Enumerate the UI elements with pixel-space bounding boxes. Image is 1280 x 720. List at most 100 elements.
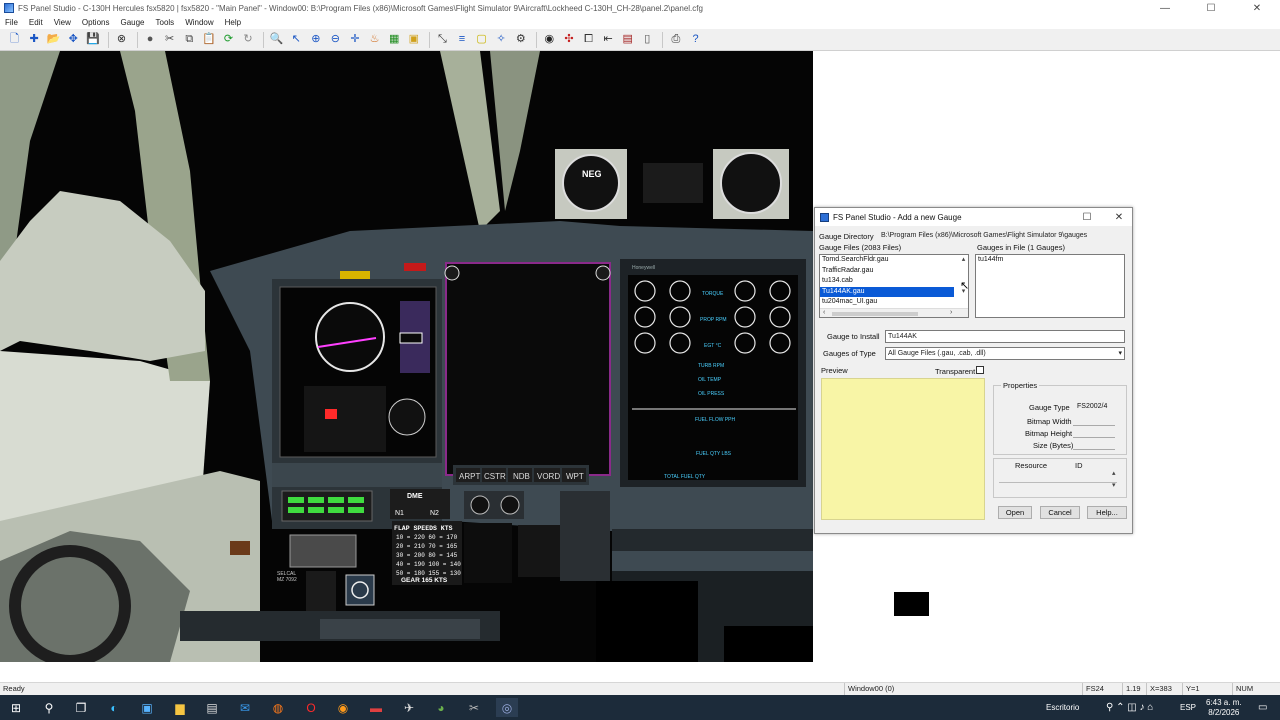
find-icon[interactable]: 🔍 bbox=[268, 31, 285, 48]
settings-icon[interactable]: ⚙ bbox=[512, 31, 529, 48]
spin-up-icon[interactable]: ▴ bbox=[1112, 470, 1116, 477]
menu-options[interactable]: Options bbox=[82, 18, 110, 27]
store-icon[interactable]: ▤ bbox=[201, 698, 223, 717]
open-button[interactable]: Open bbox=[998, 506, 1032, 519]
app4-icon[interactable]: ◕ bbox=[430, 698, 452, 717]
cut-icon[interactable]: ✂ bbox=[161, 31, 178, 48]
gauges-of-type-select[interactable]: All Gauge Files (.gau, .cab, .dll) ▾ bbox=[885, 347, 1125, 360]
app3-icon[interactable]: ✈ bbox=[398, 698, 420, 717]
stop-icon[interactable]: ⊗ bbox=[113, 31, 130, 48]
tray-desktop-label[interactable]: Escritorio bbox=[1046, 695, 1079, 720]
scroll-right-icon[interactable]: › bbox=[950, 309, 952, 316]
dialog-close-button[interactable]: ✕ bbox=[1105, 208, 1133, 226]
maximize-button[interactable]: ☐ bbox=[1188, 0, 1234, 16]
paste-icon[interactable]: 📋 bbox=[200, 31, 217, 48]
crosshair-icon[interactable]: ✛ bbox=[347, 31, 364, 48]
window-icon[interactable]: ⇤ bbox=[600, 31, 617, 48]
rectangle-icon[interactable]: ▢ bbox=[473, 31, 490, 48]
softkey-cstr[interactable]: CSTR bbox=[484, 472, 506, 481]
add-icon[interactable]: ✚ bbox=[26, 31, 43, 48]
paint-icon[interactable]: ♨ bbox=[366, 31, 383, 48]
tools-icon[interactable]: ✣ bbox=[560, 31, 577, 48]
notification-icon[interactable]: ▭ bbox=[1258, 695, 1267, 720]
language-indicator[interactable]: ESP bbox=[1180, 695, 1196, 720]
gauge-file-item[interactable]: TrafficRadar.gau bbox=[820, 266, 968, 277]
move-icon[interactable]: ✥ bbox=[65, 31, 82, 48]
reload-icon[interactable]: ↻ bbox=[240, 31, 257, 48]
wand-icon[interactable]: ✧ bbox=[493, 31, 510, 48]
menu-gauge[interactable]: Gauge bbox=[120, 18, 144, 27]
app-icon[interactable]: ◉ bbox=[332, 698, 354, 717]
clock[interactable]: 6:43 a. m. 8/2/2026 bbox=[1206, 698, 1242, 718]
gauges-in-file-list[interactable]: tu144fm bbox=[975, 254, 1125, 318]
explorer-icon[interactable]: ▆ bbox=[169, 698, 191, 717]
search-icon[interactable]: ⚲ bbox=[38, 698, 60, 717]
panel-canvas[interactable]: NEG ARPT CSTR NDB VORD WPT Honeywell TOR… bbox=[0, 51, 813, 662]
cockpit-image: NEG ARPT CSTR NDB VORD WPT Honeywell TOR… bbox=[0, 51, 813, 662]
print-icon[interactable]: ⎙ bbox=[667, 31, 684, 48]
scroll-left-icon[interactable]: ‹ bbox=[823, 309, 825, 316]
minimize-button[interactable]: — bbox=[1142, 0, 1188, 16]
align-icon[interactable]: ≡ bbox=[453, 31, 470, 48]
help-button[interactable]: Help... bbox=[1087, 506, 1127, 519]
firefox-icon[interactable]: ◍ bbox=[267, 698, 289, 717]
scroll-thumb[interactable] bbox=[832, 312, 918, 316]
menu-help[interactable]: Help bbox=[225, 18, 241, 27]
selcal-code: MZ 7092 bbox=[277, 577, 297, 583]
cancel-button[interactable]: Cancel bbox=[1040, 506, 1080, 519]
record-icon[interactable]: ● bbox=[142, 31, 159, 48]
menu-edit[interactable]: Edit bbox=[29, 18, 43, 27]
fspanel-icon[interactable]: ◎ bbox=[496, 698, 518, 717]
frame-icon[interactable]: ⧠ bbox=[580, 31, 597, 48]
open-icon[interactable]: 📂 bbox=[45, 31, 62, 48]
film-icon[interactable]: ▤ bbox=[619, 31, 636, 48]
softkey-ndb[interactable]: NDB bbox=[513, 472, 530, 481]
globe-icon[interactable]: ◉ bbox=[541, 31, 558, 48]
gauge-file-item-selected[interactable]: Tu144AK.gau bbox=[820, 286, 954, 297]
gauge-file-item[interactable]: Tomd.SearchFldr.gau bbox=[820, 255, 968, 266]
gauge-files-list[interactable]: Tomd.SearchFldr.gau TrafficRadar.gau tu1… bbox=[819, 254, 969, 318]
opera-icon[interactable]: O bbox=[300, 698, 322, 717]
windows-start-icon[interactable]: ⊞ bbox=[5, 698, 27, 717]
list-hscrollbar[interactable]: ‹ › bbox=[820, 308, 968, 317]
gauge-files-label: Gauge Files (2083 Files) bbox=[819, 243, 902, 252]
task-view-icon[interactable]: ❐ bbox=[70, 698, 92, 717]
pointer-icon[interactable]: ↖ bbox=[288, 31, 305, 48]
app2-icon[interactable]: ▬ bbox=[365, 698, 387, 717]
softkey-vord[interactable]: VORD bbox=[537, 472, 560, 481]
copy-icon[interactable]: ⧉ bbox=[181, 31, 198, 48]
dialog-maximize-button[interactable]: ☐ bbox=[1073, 208, 1101, 226]
menu-file[interactable]: File bbox=[5, 18, 18, 27]
app5-icon[interactable]: ✂ bbox=[463, 698, 485, 717]
spin-down-icon[interactable]: ▾ bbox=[1112, 482, 1116, 489]
gauge-in-file-item[interactable]: tu144fm bbox=[976, 255, 1124, 266]
photos-icon[interactable]: ▣ bbox=[136, 698, 158, 717]
zoom-out-icon[interactable]: ⊖ bbox=[327, 31, 344, 48]
gauge-file-item[interactable]: tu134.cab bbox=[820, 276, 968, 287]
grid-icon[interactable]: ▦ bbox=[386, 31, 403, 48]
gauges-of-type-label: Gauges of Type bbox=[823, 349, 876, 358]
gauge-file-item[interactable]: tu204mac_UI.gau bbox=[820, 297, 968, 308]
menu-window[interactable]: Window bbox=[185, 18, 213, 27]
snap-icon[interactable]: ▣ bbox=[405, 31, 422, 48]
gauge-to-install-field[interactable]: Tu144AK bbox=[885, 330, 1125, 343]
new-icon[interactable]: 🗋 bbox=[6, 31, 23, 48]
select-icon[interactable]: ⤡ bbox=[434, 31, 451, 48]
edge-icon[interactable]: ◐ bbox=[103, 698, 125, 717]
tray-icons[interactable]: ⚲ ⌃ ◫ ♪ ⌂ bbox=[1106, 695, 1153, 720]
mail-icon[interactable]: ✉ bbox=[234, 698, 256, 717]
resource-list[interactable] bbox=[999, 473, 1117, 483]
page-icon[interactable]: ▯ bbox=[639, 31, 656, 48]
refresh-icon[interactable]: ⟳ bbox=[220, 31, 237, 48]
softkey-arpt[interactable]: ARPT bbox=[459, 472, 480, 481]
window-title: FS Panel Studio - C-130H Hercules fsx582… bbox=[18, 3, 703, 13]
save-icon[interactable]: 💾 bbox=[84, 31, 101, 48]
close-button[interactable]: ✕ bbox=[1234, 0, 1280, 16]
zoom-in-icon[interactable]: ⊕ bbox=[307, 31, 324, 48]
help-icon[interactable]: ? bbox=[687, 31, 704, 48]
softkey-wpt[interactable]: WPT bbox=[566, 472, 584, 481]
menu-tools[interactable]: Tools bbox=[156, 18, 175, 27]
menu-view[interactable]: View bbox=[54, 18, 71, 27]
transparent-checkbox[interactable] bbox=[976, 366, 984, 374]
bitmap-width-label: Bitmap Width bbox=[1027, 417, 1072, 426]
